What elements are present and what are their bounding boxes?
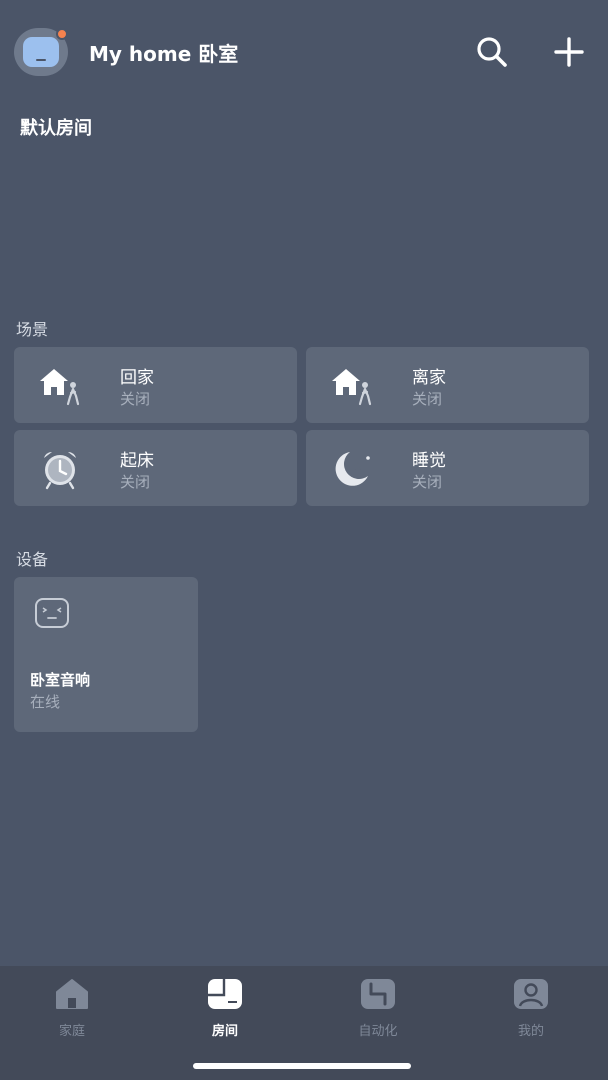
scene-card-wake-up[interactable]: 起床 关闭 [14,430,297,506]
tab-room[interactable]: 房间 [175,976,275,1039]
notification-dot [56,28,68,40]
profile-icon [514,979,548,1009]
room-title: 默认房间 [20,118,92,139]
tab-label: 自动化 [358,1024,398,1039]
tab-label: 我的 [517,1024,544,1039]
home-avatar[interactable] [14,28,68,76]
search-button[interactable] [472,32,512,72]
scene-name: 起床 [120,451,154,471]
tab-home[interactable]: 家庭 [22,976,122,1039]
scene-status: 关闭 [120,473,151,491]
automation-icon [361,979,395,1009]
tab-label: 家庭 [58,1024,85,1039]
avatar-face-icon [23,37,59,67]
room-page: My home 卧室 默认房间 场景 回家 关闭 离家 关闭 起床 关闭 睡觉 … [0,0,608,1080]
tab-label: 房间 [211,1024,238,1039]
scene-name: 离家 [412,368,446,388]
home-leave-icon [332,369,372,406]
scene-card-home[interactable]: 回家 关闭 [14,347,297,423]
device-status: 在线 [30,693,61,711]
scene-name: 回家 [120,368,154,388]
search-icon [477,37,507,67]
top-header: My home 卧室 [0,0,608,100]
room-icon [208,979,242,1009]
scene-card-sleep[interactable]: 睡觉 关闭 [306,430,589,506]
scene-card-leave[interactable]: 离家 关闭 [306,347,589,423]
scene-status: 关闭 [412,473,443,491]
tab-profile[interactable]: 我的 [481,976,581,1039]
scene-status: 关闭 [412,390,443,408]
speaker-icon [35,598,69,628]
device-name: 卧室音响 [30,671,91,689]
moon-icon [335,452,370,486]
scenes-section-label: 场景 [16,320,49,339]
home-indicator[interactable] [193,1063,411,1069]
home-arrive-icon [40,369,80,406]
scene-name: 睡觉 [412,451,446,471]
home-icon [56,979,88,1009]
device-card-speaker[interactable]: 卧室音响 在线 [14,577,198,732]
add-button[interactable] [549,32,589,72]
plus-icon [554,37,584,67]
tab-automation[interactable]: 自动化 [328,976,428,1039]
alarm-clock-icon [44,451,76,490]
scene-status: 关闭 [120,390,151,408]
home-title[interactable]: My home 卧室 [89,38,238,67]
devices-section-label: 设备 [16,550,49,569]
